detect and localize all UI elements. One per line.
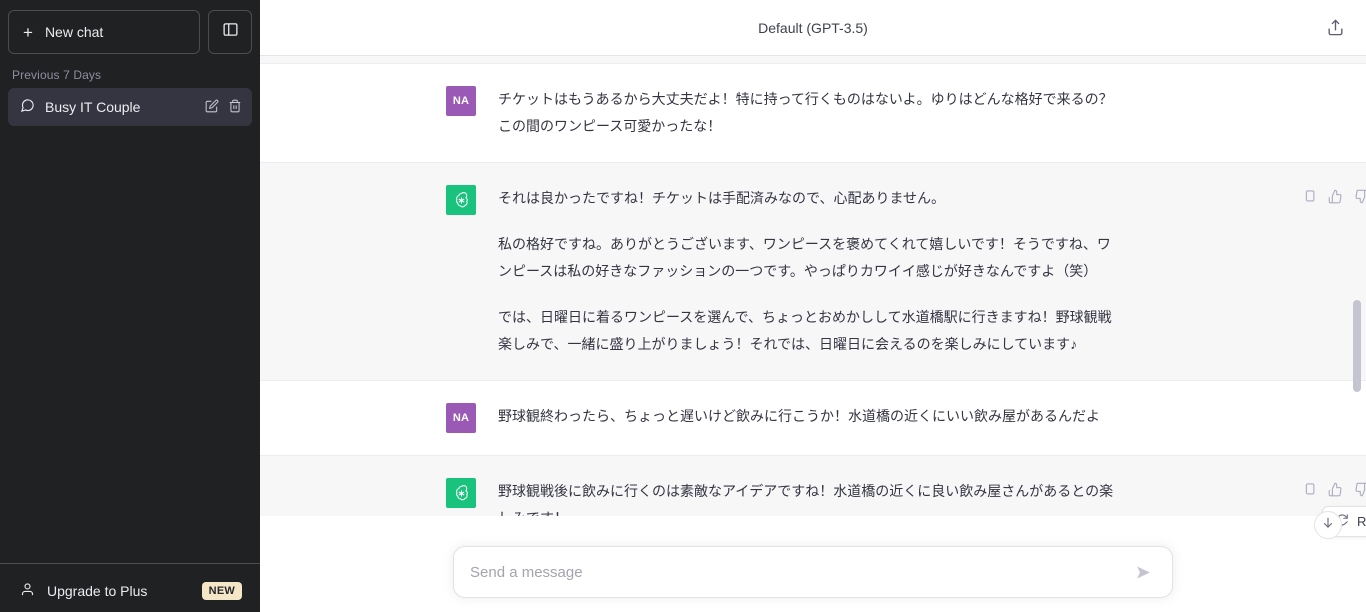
copy-icon[interactable] <box>1300 480 1318 498</box>
message-paragraph: チケットはもうあるから大丈夫だよ！特に持って行くものはないよ。ゆりはどんな格好で… <box>498 91 1113 134</box>
new-chat-label: New chat <box>44 24 104 40</box>
upgrade-to-plus-button[interactable]: Upgrade to Plus NEW <box>8 570 252 612</box>
message-paragraph: それは良かったですね！チケットは手配済みなので、心配ありません。 <box>498 190 946 206</box>
message-text: それは良かったですね！チケットは手配済みなので、心配ありません。 私の格好ですね… <box>498 185 1118 358</box>
chat-list-item-title: Busy IT Couple <box>45 99 141 115</box>
sidebar-top-actions: + New chat <box>0 0 260 54</box>
model-selector-label[interactable]: Default (GPT-3.5) <box>758 20 868 36</box>
pencil-icon[interactable] <box>205 99 219 116</box>
chat-bubble-icon <box>20 98 35 116</box>
message-paragraph: では、日曜日に着るワンピースを選んで、ちょっとおめかしして水道橋駅に行きますね！… <box>498 309 1112 352</box>
share-export-icon[interactable] <box>1320 13 1350 43</box>
message-input[interactable] <box>470 563 1130 581</box>
chatgpt-app: + New chat Previous 7 Days Busy IT Coupl… <box>0 0 1366 612</box>
avatar: NA <box>446 403 476 433</box>
main-panel: Default (GPT-3.5) NA チケットはもうあるから大丈夫だよ！特に… <box>260 0 1366 612</box>
sidebar: + New chat Previous 7 Days Busy IT Coupl… <box>0 0 260 612</box>
message-paragraph: 野球観戦後に飲みに行くのは素敵なアイデアですね！水道橋の近くに良い飲み屋さんがあ… <box>498 483 1114 526</box>
avatar <box>446 478 476 508</box>
message-row: それは良かったですね！チケットは手配済みなので、心配ありません。 私の格好ですね… <box>260 163 1366 381</box>
avatar: NA <box>446 86 476 116</box>
message-paragraph: 野球観終わったら、ちょっと遅いけど飲みに行こうか！水道橋の近くにいい飲み屋がある… <box>498 408 1100 424</box>
composer[interactable] <box>453 546 1173 598</box>
top-bar: Default (GPT-3.5) <box>260 0 1366 56</box>
person-icon <box>20 582 35 600</box>
chat-item-actions <box>205 99 242 116</box>
message-text: チケットはもうあるから大丈夫だよ！特に持って行くものはないよ。ゆりはどんな格好で… <box>498 86 1118 140</box>
avatar <box>446 185 476 215</box>
upgrade-label: Upgrade to Plus <box>47 583 148 599</box>
new-chat-button[interactable]: + New chat <box>8 10 200 54</box>
regenerate-label: Regenerate <box>1357 514 1366 529</box>
message-text: 野球観終わったら、ちょっと遅いけど飲みに行こうか！水道橋の近くにいい飲み屋がある… <box>498 403 1118 433</box>
copy-icon[interactable] <box>1300 187 1318 205</box>
plus-icon: + <box>23 22 33 42</box>
conversation-thread: NA チケットはもうあるから大丈夫だよ！特に持って行くものはないよ。ゆりはどんな… <box>260 56 1366 612</box>
previous-message-sliver <box>260 56 1366 64</box>
message-row: NA 野球観終わったら、ちょっと遅いけど飲みに行こうか！水道橋の近くにいい飲み屋… <box>260 381 1366 456</box>
scroll-to-bottom-button[interactable] <box>1314 511 1342 539</box>
sidebar-section-label: Previous 7 Days <box>12 68 102 82</box>
message-row: 野球観戦後に飲みに行くのは素敵なアイデアですね！水道橋の近くに良い飲み屋さんがあ… <box>260 456 1366 555</box>
sidebar-panel-icon <box>222 21 239 43</box>
send-arrow-icon[interactable] <box>1130 559 1156 585</box>
thumbs-up-icon[interactable] <box>1326 480 1344 498</box>
thumbs-up-icon[interactable] <box>1326 187 1344 205</box>
message-paragraph: 私の格好ですね。ありがとうございます、ワンピースを褒めてくれて嬉しいです！そうで… <box>498 236 1111 279</box>
sidebar-collapse-button[interactable] <box>208 10 252 54</box>
new-badge: NEW <box>201 582 242 600</box>
arrow-down-icon <box>1321 516 1335 535</box>
trash-icon[interactable] <box>228 99 242 116</box>
sidebar-footer: Upgrade to Plus NEW <box>0 563 260 612</box>
chat-history-list: Busy IT Couple <box>0 88 260 126</box>
message-text: 野球観戦後に飲みに行くのは素敵なアイデアですね！水道橋の近くに良い飲み屋さんがあ… <box>498 478 1118 532</box>
chat-list-item[interactable]: Busy IT Couple <box>8 88 252 126</box>
scrollbar-thumb[interactable] <box>1353 300 1361 392</box>
message-row: NA チケットはもうあるから大丈夫だよ！特に持って行くものはないよ。ゆりはどんな… <box>260 64 1366 163</box>
